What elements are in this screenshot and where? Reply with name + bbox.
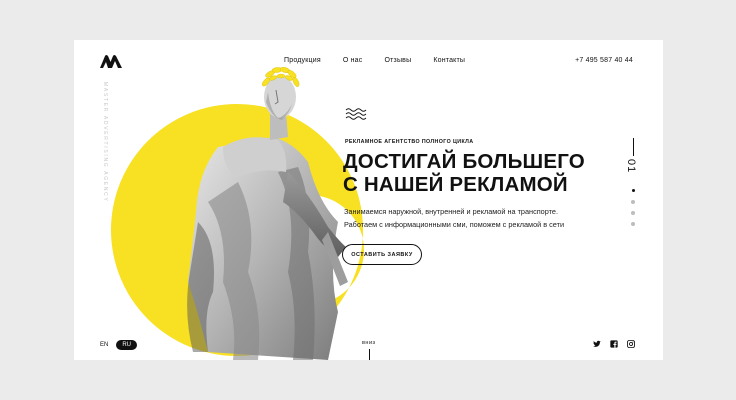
slide-dot-4[interactable] [631,222,635,226]
slide-dot-2[interactable] [631,200,635,204]
slide-dot-1[interactable] [631,189,635,192]
hero-headline-line-1: ДОСТИГАЙ БОЛЬШЕГО [343,150,585,173]
hero-description-line-1: Занимаемся наружной, внутренней и реклам… [344,207,558,216]
hero-headline-line-2: С НАШЕЙ РЕКЛАМОЙ [343,173,568,196]
language-switcher: EN RU [100,340,138,350]
phone-number[interactable]: +7 495 587 40 44 [575,57,633,64]
language-ru[interactable]: RU [116,340,138,350]
landing-page-card: Продукция О нас Отзывы Контакты +7 495 5… [74,40,663,360]
nav-item-reviews[interactable]: Отзывы [384,57,411,64]
instagram-icon[interactable] [627,340,635,348]
twitter-icon[interactable] [593,340,601,348]
scroll-down-label[interactable]: вниз [362,340,376,346]
logo-icon[interactable] [100,54,122,68]
yellow-circle-decoration [111,104,365,356]
slide-number-text: 01 [625,159,637,174]
caesar-statue-image [187,67,348,360]
language-en[interactable]: EN [100,342,108,348]
facebook-icon[interactable] [610,340,618,348]
submit-request-button[interactable]: ОСТАВИТЬ ЗАЯВКУ [342,244,422,265]
vertical-tagline: MASTER ADVERTISING AGENCY [100,82,108,202]
hero-description-line-2: Работаем с информационными сми, поможем … [344,219,565,229]
wave-decoration-icon [345,108,367,120]
hero-description: Занимаемся наружной, внутренней и реклам… [344,206,564,231]
hero-headline: ДОСТИГАЙ БОЛЬШЕГО С НАШЕЙ РЕКЛАМОЙ [343,150,585,196]
scroll-down-line [369,349,370,360]
slide-indicator-line [633,138,634,156]
nav-item-contacts[interactable]: Контакты [433,57,465,64]
vertical-tagline-text: MASTER ADVERTISING AGENCY [102,82,108,203]
hero-eyebrow: РЕКЛАМНОЕ АГЕНТСТВО ПОЛНОГО ЦИКЛА [345,139,474,145]
slide-dot-3[interactable] [631,211,635,215]
slide-number: 01 [623,159,643,177]
